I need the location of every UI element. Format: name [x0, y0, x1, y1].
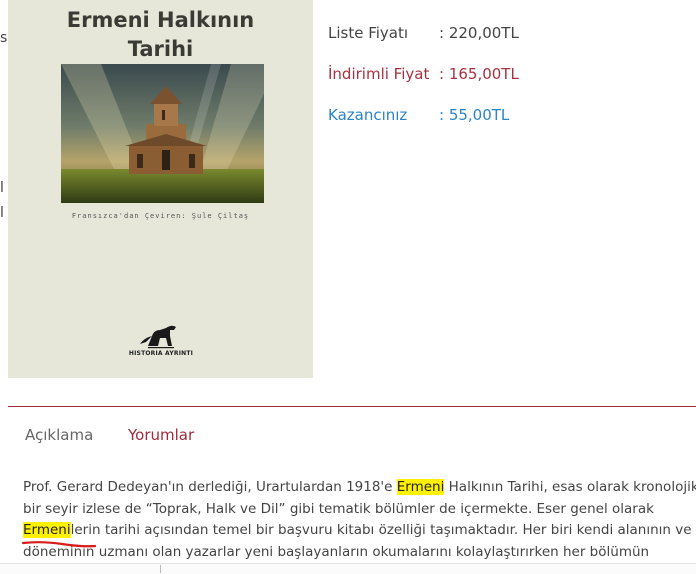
description-line: bir seyir izlese de “Toprak, Halk ve Dil… [23, 500, 654, 517]
savings-label: Kazancınız [328, 106, 408, 124]
discount-price-value: : 165,00TL [439, 65, 519, 83]
list-price-label: Liste Fiyatı [328, 24, 409, 42]
book-cover-image[interactable]: Ermeni Halkının Tarihi Fransızca'dan Çev… [8, 0, 313, 378]
bottom-divider-tick [160, 565, 161, 573]
product-description: Prof. Gerard Dedeyan'ın derlediği, Urart… [23, 477, 696, 563]
section-divider [8, 406, 696, 407]
description-line: döneminin uzmanı olan yazarlar yeni başl… [23, 543, 650, 560]
red-underline-annotation [22, 541, 96, 548]
highlighted-term: Ermeni [396, 479, 445, 495]
description-text: Halkının Tarihi, esas olarak kronolojik [444, 479, 696, 495]
edge-text-fragment: s [0, 30, 8, 46]
publisher-logo: HISTORIA AYRINTI [126, 318, 196, 362]
edge-text-fragment: l [0, 205, 4, 221]
tab-description[interactable]: Açıklama [25, 426, 93, 444]
savings-value: : 55,00TL [439, 106, 510, 124]
description-text: lerin tarihi açısından temel bir başvuru… [70, 522, 692, 538]
description-text: Prof. Gerard Dedeyan'ın derlediği, Urart… [23, 479, 397, 495]
description-line: Prof. Gerard Dedeyan'ın derlediği, Urart… [23, 477, 696, 499]
tab-comments[interactable]: Yorumlar [128, 426, 194, 444]
cover-translator-credit: Fransızca'dan Çeviren: Şule Çiltaş [71, 212, 250, 220]
bottom-bar [0, 563, 696, 574]
discount-price-label: İndirimli Fiyat [328, 65, 430, 83]
publisher-name: HISTORIA AYRINTI [128, 350, 194, 357]
church-artwork [61, 64, 264, 203]
cover-title: Ermeni Halkının Tarihi [66, 8, 255, 61]
dinosaur-icon [140, 325, 176, 349]
edge-text-fragment: l [0, 180, 4, 196]
list-price-value: : 220,00TL [439, 24, 519, 42]
highlighted-term: Ermeni [23, 522, 71, 538]
description-line: Ermenilerin tarihi açısından temel bir b… [23, 520, 693, 542]
